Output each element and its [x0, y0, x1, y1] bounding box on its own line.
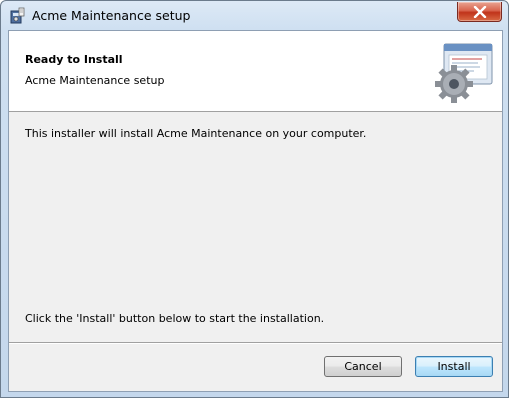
- title-bar[interactable]: Acme Maintenance setup: [1, 1, 508, 30]
- gear-window-icon: [435, 43, 493, 103]
- header-banner: Ready to Install Acme Maintenance setup: [9, 31, 502, 112]
- installer-icon: [10, 7, 25, 24]
- close-button[interactable]: [457, 2, 502, 22]
- setup-window: Acme Maintenance setup Ready to Install …: [0, 0, 509, 398]
- page-subtitle: Acme Maintenance setup: [25, 74, 165, 87]
- close-icon: [473, 5, 486, 18]
- window-title: Acme Maintenance setup: [32, 8, 191, 23]
- cancel-button[interactable]: Cancel: [324, 356, 402, 377]
- install-instruction: Click the 'Install' button below to star…: [25, 312, 325, 325]
- install-description: This installer will install Acme Mainten…: [25, 127, 367, 140]
- page-title: Ready to Install: [25, 53, 123, 66]
- dialog-client-area: Ready to Install Acme Maintenance setup: [8, 30, 503, 392]
- install-button[interactable]: Install: [415, 356, 493, 377]
- footer-divider: [9, 342, 502, 344]
